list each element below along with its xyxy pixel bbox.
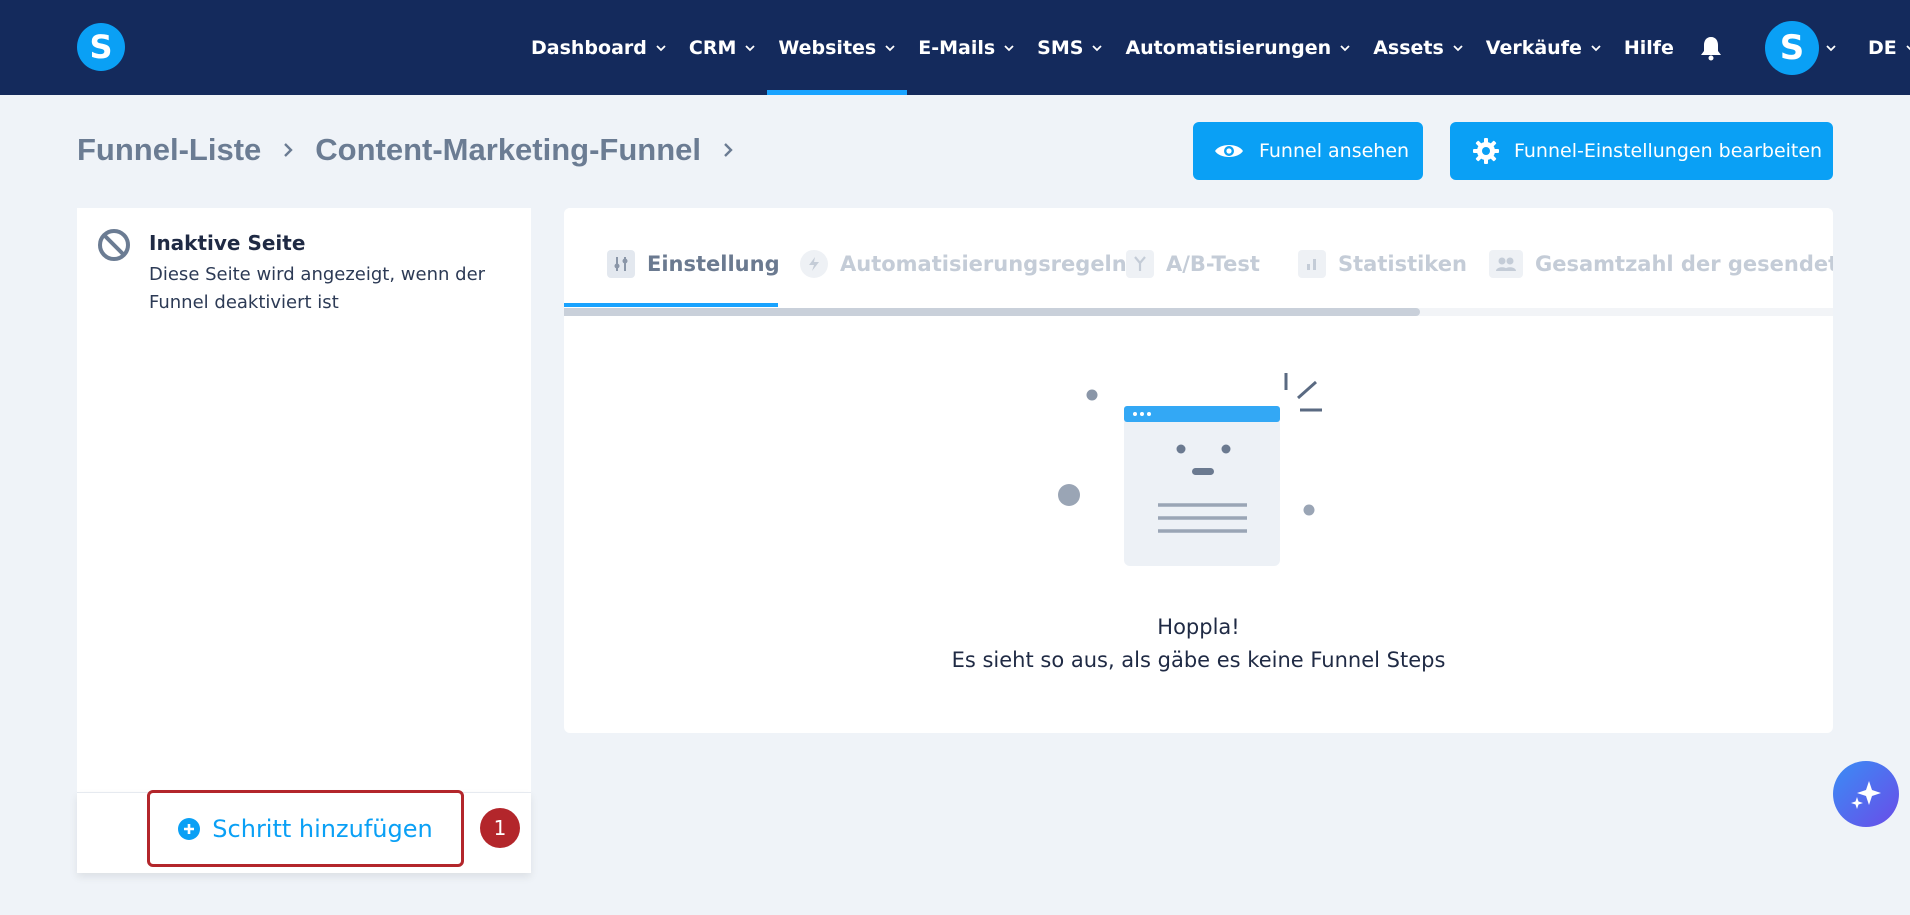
nav-item-hilfe[interactable]: Hilfe: [1613, 0, 1685, 95]
add-step-label: Schritt hinzufügen: [212, 814, 433, 843]
nav-item-sms[interactable]: SMS: [1026, 0, 1114, 95]
nav-item-dashboard[interactable]: Dashboard: [520, 0, 678, 95]
breadcrumb: Funnel-Liste Content-Marketing-Funnel: [77, 132, 755, 168]
empty-state-subtitle: Es sieht so aus, als gäbe es keine Funne…: [951, 648, 1446, 672]
tab-label: Automatisierungsregeln: [840, 252, 1127, 276]
nav-menu: Dashboard CRM Websites E-Mails SMS Autom…: [520, 0, 1910, 95]
chevron-down-icon: [1340, 44, 1350, 51]
nav-item-label: Automatisierungen: [1125, 36, 1332, 59]
nav-item-assets[interactable]: Assets: [1362, 0, 1475, 95]
tab-einstellung[interactable]: Einstellung: [607, 244, 780, 284]
disabled-icon: [98, 229, 130, 261]
nav-item-automatisierungen[interactable]: Automatisierungen: [1114, 0, 1362, 95]
view-funnel-button[interactable]: Funnel ansehen: [1193, 122, 1423, 180]
account-menu-toggle[interactable]: [1819, 0, 1843, 95]
nav-item-label: Hilfe: [1623, 36, 1674, 59]
avatar[interactable]: S: [1764, 20, 1819, 75]
users-icon: [1489, 250, 1523, 278]
plus-circle-icon: [178, 817, 201, 840]
chevron-down-icon: [1906, 44, 1910, 51]
chevron-right-icon: [724, 143, 733, 157]
tab-label: Statistiken: [1338, 252, 1467, 276]
inactive-page-description: Diese Seite wird angezeigt, wenn der Fun…: [149, 261, 499, 317]
chevron-down-icon: [1453, 44, 1463, 51]
gear-icon: [1473, 138, 1499, 164]
nav-item-emails[interactable]: E-Mails: [907, 0, 1026, 95]
step-details-panel: Einstellung Automatisierungsregeln A/B-T…: [564, 208, 1833, 733]
tab-automatisierungsregeln[interactable]: Automatisierungsregeln: [800, 244, 1127, 284]
tab-statistiken[interactable]: Statistiken: [1298, 244, 1467, 284]
add-step-button[interactable]: Schritt hinzufügen: [147, 790, 464, 867]
app-logo[interactable]: S: [77, 23, 125, 71]
inactive-desc-line: Diese Seite wird angezeigt, wenn der: [149, 264, 486, 285]
chevron-down-icon: [1004, 44, 1014, 51]
bell-icon[interactable]: [1699, 35, 1725, 61]
chevron-down-icon: [745, 44, 755, 51]
inactive-desc-line: Funnel deaktiviert ist: [149, 292, 339, 313]
tab-label: A/B-Test: [1166, 252, 1260, 276]
tab-ab-test[interactable]: A/B-Test: [1126, 244, 1260, 284]
active-tab-indicator: [564, 303, 778, 307]
empty-state-title: Hoppla!: [1157, 615, 1240, 639]
sparkles-icon: [1851, 781, 1881, 809]
ai-assistant-button[interactable]: [1833, 761, 1899, 827]
nav-item-verkaeufe[interactable]: Verkäufe: [1475, 0, 1613, 95]
chevron-right-icon: [284, 143, 293, 157]
bar-chart-icon: [1298, 250, 1326, 278]
inactive-page-title[interactable]: Inaktive Seite: [149, 231, 305, 255]
nav-item-label: Dashboard: [531, 36, 647, 59]
chevron-down-icon: [885, 44, 895, 51]
nav-item-label: SMS: [1037, 36, 1084, 59]
tab-gesamtzahl[interactable]: Gesamtzahl der gesendeten L: [1489, 244, 1833, 284]
split-icon: [1126, 250, 1154, 278]
bolt-icon: [800, 250, 828, 278]
chevron-down-icon: [1092, 44, 1103, 51]
tab-scrollbar-thumb[interactable]: [564, 308, 1420, 316]
sliders-icon: [607, 250, 635, 278]
nav-item-label: CRM: [688, 36, 737, 59]
nav-item-label: Websites: [778, 36, 877, 59]
top-navigation: S Dashboard CRM Websites E-Mails SMS Aut…: [0, 0, 1910, 95]
breadcrumb-funnel-list[interactable]: Funnel-Liste: [77, 132, 261, 168]
nav-item-label: Verkäufe: [1485, 36, 1582, 59]
funnel-steps-panel: Inaktive Seite Diese Seite wird angezeig…: [77, 208, 531, 873]
step-number-badge: 1: [480, 808, 520, 848]
tab-bar: Einstellung Automatisierungsregeln A/B-T…: [564, 208, 1833, 316]
language-selector[interactable]: DE: [1857, 0, 1910, 95]
edit-settings-label: Funnel-Einstellungen bearbeiten: [1514, 140, 1823, 162]
tab-label: Gesamtzahl der gesendeten L: [1535, 252, 1833, 276]
chevron-down-icon: [1826, 44, 1836, 51]
tab-label: Einstellung: [647, 252, 780, 276]
chevron-down-icon: [656, 44, 666, 51]
eye-icon: [1215, 145, 1243, 157]
chevron-down-icon: [1591, 44, 1601, 51]
view-funnel-label: Funnel ansehen: [1259, 140, 1410, 162]
empty-state-illustration: [1058, 373, 1322, 566]
logo-letter: S: [89, 28, 113, 66]
edit-funnel-settings-button[interactable]: Funnel-Einstellungen bearbeiten: [1450, 122, 1833, 180]
left-panel-footer: Schritt hinzufügen 1: [77, 790, 531, 873]
nav-item-label: E-Mails: [918, 36, 996, 59]
breadcrumb-current-funnel[interactable]: Content-Marketing-Funnel: [315, 132, 701, 168]
avatar-letter: S: [1779, 27, 1805, 68]
language-label: DE: [1867, 36, 1897, 59]
nav-item-label: Assets: [1373, 36, 1444, 59]
nav-item-crm[interactable]: CRM: [678, 0, 767, 95]
nav-item-websites[interactable]: Websites: [767, 0, 908, 95]
